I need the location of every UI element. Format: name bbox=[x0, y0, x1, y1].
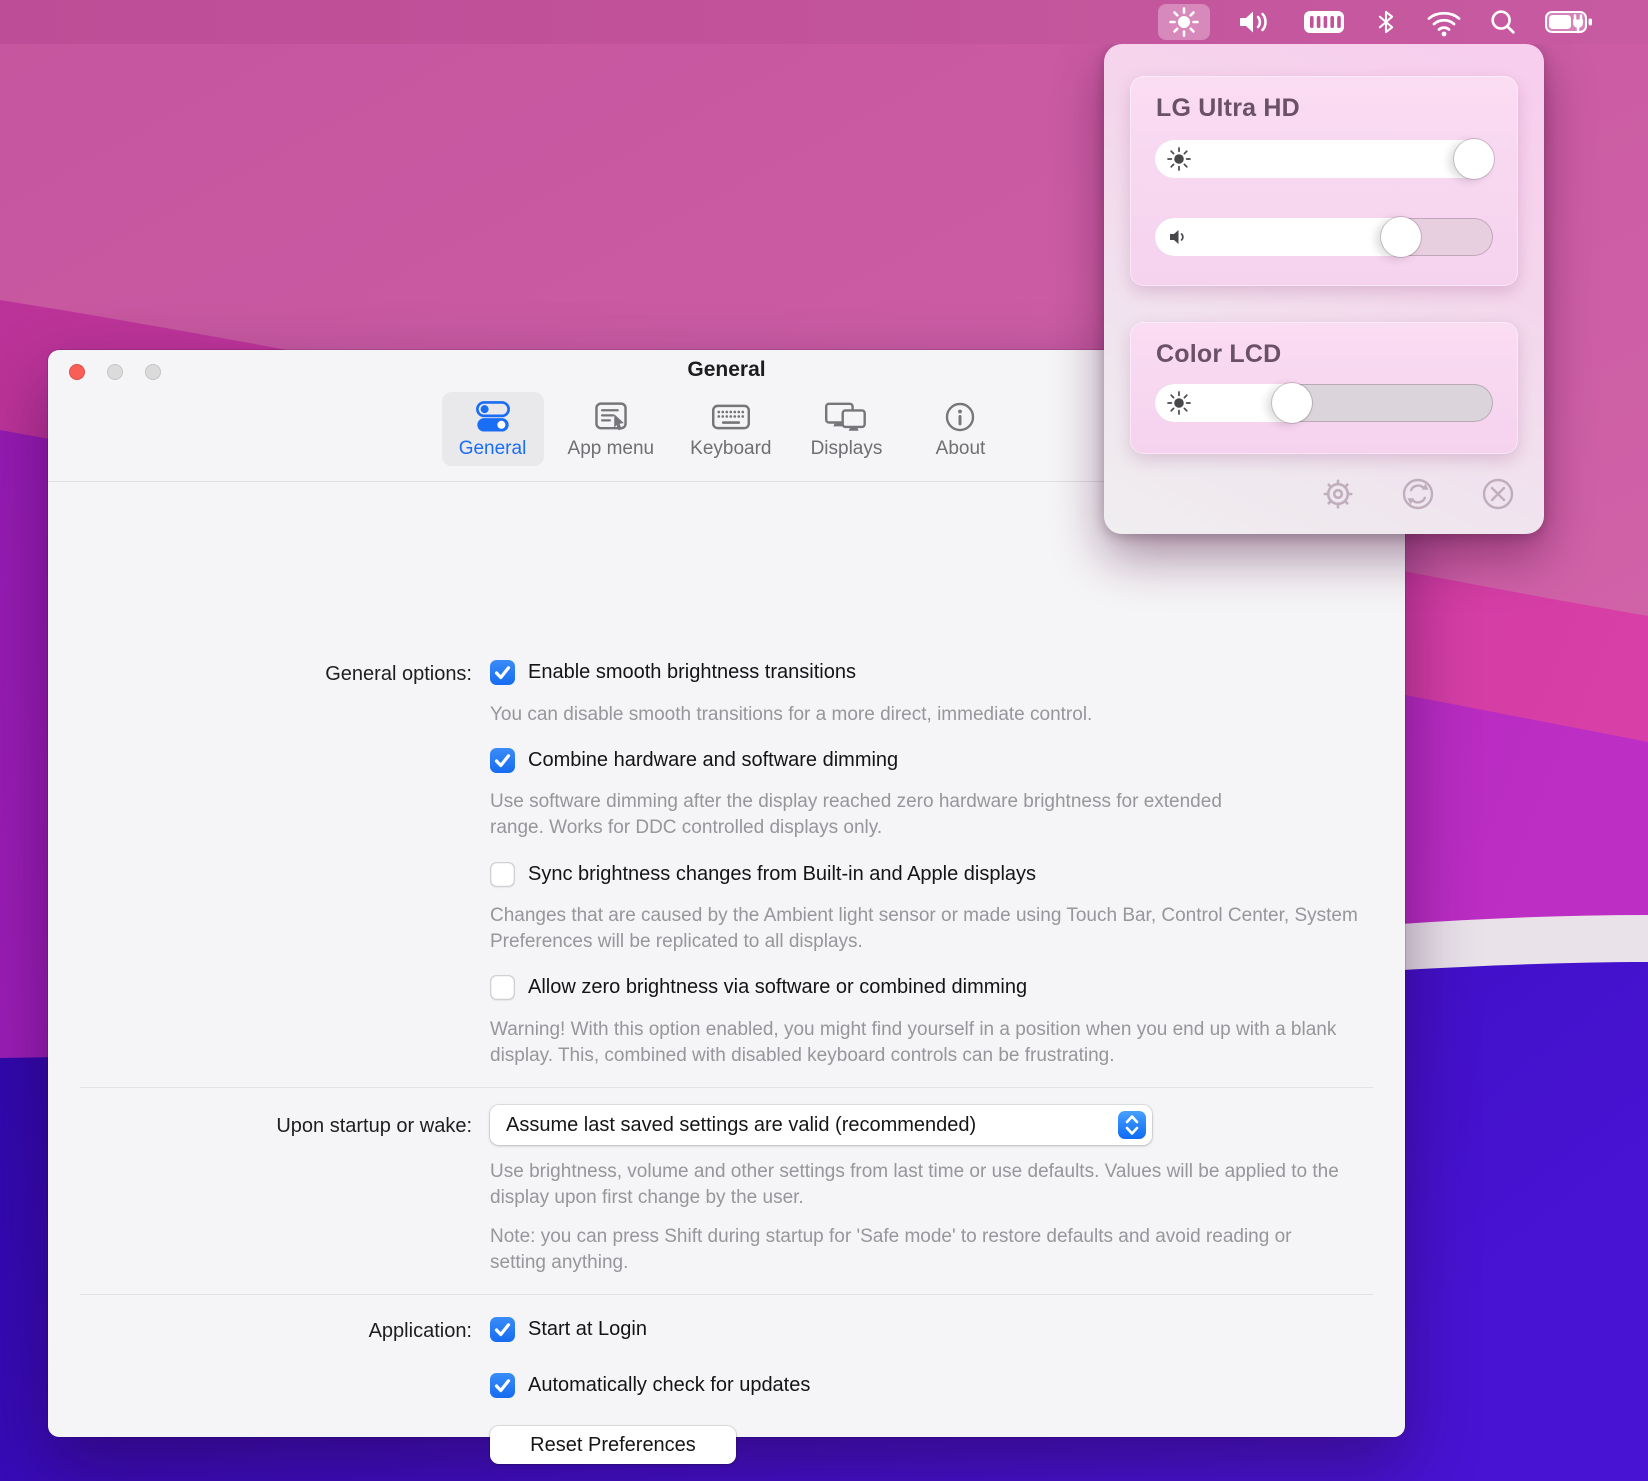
checkbox-row-sync-brightness[interactable]: Sync brightness changes from Built-in an… bbox=[490, 862, 1036, 887]
checkbox-label: Sync brightness changes from Built-in an… bbox=[528, 863, 1036, 886]
application-label: Application: bbox=[48, 1320, 472, 1343]
checkbox[interactable] bbox=[490, 1317, 515, 1342]
checkbox-label: Automatically check for updates bbox=[528, 1374, 810, 1397]
speaker-icon bbox=[1236, 6, 1276, 38]
tab-general[interactable]: General bbox=[442, 392, 544, 466]
slider-knob[interactable] bbox=[1381, 217, 1421, 257]
tab-label: General bbox=[459, 438, 527, 460]
checkbox-label: Start at Login bbox=[528, 1318, 647, 1341]
option-description: Warning! With this option enabled, you m… bbox=[490, 1017, 1375, 1069]
search-menu-icon[interactable] bbox=[1488, 4, 1518, 40]
preferences-content: General options: Enable smooth brightnes… bbox=[48, 482, 1405, 1437]
checkbox-row-zero-brightness[interactable]: Allow zero brightness via software or co… bbox=[490, 975, 1027, 1000]
app-menu-icon bbox=[592, 400, 630, 434]
display-name: LG Ultra HD bbox=[1156, 94, 1300, 123]
tab-label: About bbox=[936, 438, 986, 460]
info-icon bbox=[942, 400, 978, 434]
slider-knob[interactable] bbox=[1454, 139, 1494, 179]
checkbox-label: Allow zero brightness via software or co… bbox=[528, 976, 1027, 999]
tab-label: App menu bbox=[568, 438, 655, 460]
checkbox-row-auto-updates[interactable]: Automatically check for updates bbox=[490, 1373, 810, 1398]
startup-label: Upon startup or wake: bbox=[48, 1115, 472, 1138]
slider-fill bbox=[1155, 218, 1419, 256]
check-icon bbox=[490, 1373, 515, 1398]
volume-slider[interactable] bbox=[1155, 218, 1493, 256]
section-divider bbox=[80, 1294, 1373, 1295]
checkbox[interactable] bbox=[490, 975, 515, 1000]
bluetooth-menu-icon[interactable] bbox=[1372, 4, 1400, 40]
checkbox-row-smooth-transitions[interactable]: Enable smooth brightness transitions bbox=[490, 660, 856, 685]
tab-app-menu[interactable]: App menu bbox=[556, 392, 667, 466]
slider-fill bbox=[1155, 140, 1493, 178]
tab-displays[interactable]: Displays bbox=[795, 392, 897, 466]
level-bars-menu-icon[interactable] bbox=[1302, 4, 1346, 40]
tab-about[interactable]: About bbox=[909, 392, 1011, 466]
startup-select[interactable]: Assume last saved settings are valid (re… bbox=[490, 1105, 1152, 1145]
option-description: Changes that are caused by the Ambient l… bbox=[490, 903, 1365, 955]
check-icon bbox=[490, 1317, 515, 1342]
tab-label: Displays bbox=[811, 438, 883, 460]
close-icon[interactable] bbox=[1480, 476, 1516, 512]
keyboard-icon bbox=[711, 400, 751, 434]
display-name: Color LCD bbox=[1156, 340, 1281, 369]
volume-menu-icon[interactable] bbox=[1236, 4, 1276, 40]
startup-description: Use brightness, volume and other setting… bbox=[490, 1159, 1365, 1211]
wifi-icon bbox=[1426, 7, 1462, 37]
refresh-icon[interactable] bbox=[1400, 476, 1436, 512]
check-icon bbox=[490, 748, 515, 773]
level-bars-icon bbox=[1302, 7, 1346, 37]
checkbox[interactable] bbox=[490, 862, 515, 887]
section-divider bbox=[80, 1087, 1373, 1088]
startup-note: Note: you can press Shift during startup… bbox=[490, 1224, 1350, 1276]
checkbox[interactable] bbox=[490, 660, 515, 685]
gear-icon[interactable] bbox=[1320, 476, 1356, 512]
battery-charging-icon bbox=[1544, 6, 1596, 38]
search-icon bbox=[1488, 6, 1518, 38]
wifi-menu-icon[interactable] bbox=[1426, 4, 1462, 40]
displays-popover: LG Ultra HD bbox=[1104, 44, 1544, 534]
slider-knob[interactable] bbox=[1272, 383, 1312, 423]
tab-label: Keyboard bbox=[690, 438, 771, 460]
sun-icon bbox=[1167, 147, 1191, 171]
brightness-slider[interactable] bbox=[1155, 140, 1493, 178]
bluetooth-icon bbox=[1372, 6, 1400, 38]
battery-menu-icon[interactable] bbox=[1544, 4, 1596, 40]
displays-icon bbox=[824, 400, 868, 434]
display-card-lg-ultra-hd: LG Ultra HD bbox=[1130, 76, 1518, 286]
brightness-menu-icon[interactable] bbox=[1158, 4, 1210, 40]
screen: General General bbox=[0, 0, 1648, 1481]
display-card-color-lcd: Color LCD bbox=[1130, 322, 1518, 454]
tab-keyboard[interactable]: Keyboard bbox=[678, 392, 783, 466]
sun-icon bbox=[1168, 6, 1200, 38]
checkbox-label: Enable smooth brightness transitions bbox=[528, 661, 856, 684]
sun-icon bbox=[1167, 391, 1191, 415]
general-options-label: General options: bbox=[48, 663, 472, 686]
brightness-slider[interactable] bbox=[1155, 384, 1493, 422]
startup-select-value: Assume last saved settings are valid (re… bbox=[506, 1105, 976, 1145]
checkbox-row-combine-dimming[interactable]: Combine hardware and software dimming bbox=[490, 748, 898, 773]
speaker-icon bbox=[1167, 225, 1191, 249]
toggles-icon bbox=[474, 400, 512, 434]
checkbox-row-start-at-login[interactable]: Start at Login bbox=[490, 1317, 647, 1342]
menu-bar-status-icons bbox=[1158, 0, 1596, 44]
reset-preferences-button[interactable]: Reset Preferences bbox=[490, 1426, 736, 1464]
checkbox[interactable] bbox=[490, 748, 515, 773]
checkbox[interactable] bbox=[490, 1373, 515, 1398]
select-chevrons-icon bbox=[1118, 1111, 1146, 1139]
option-description: You can disable smooth transitions for a… bbox=[490, 702, 1092, 728]
check-icon bbox=[490, 660, 515, 685]
up-down-chevrons bbox=[1125, 1114, 1139, 1136]
option-description: Use software dimming after the display r… bbox=[490, 789, 1235, 841]
menu-bar bbox=[0, 0, 1648, 44]
popover-footer bbox=[1320, 476, 1516, 512]
checkbox-label: Combine hardware and software dimming bbox=[528, 749, 898, 772]
